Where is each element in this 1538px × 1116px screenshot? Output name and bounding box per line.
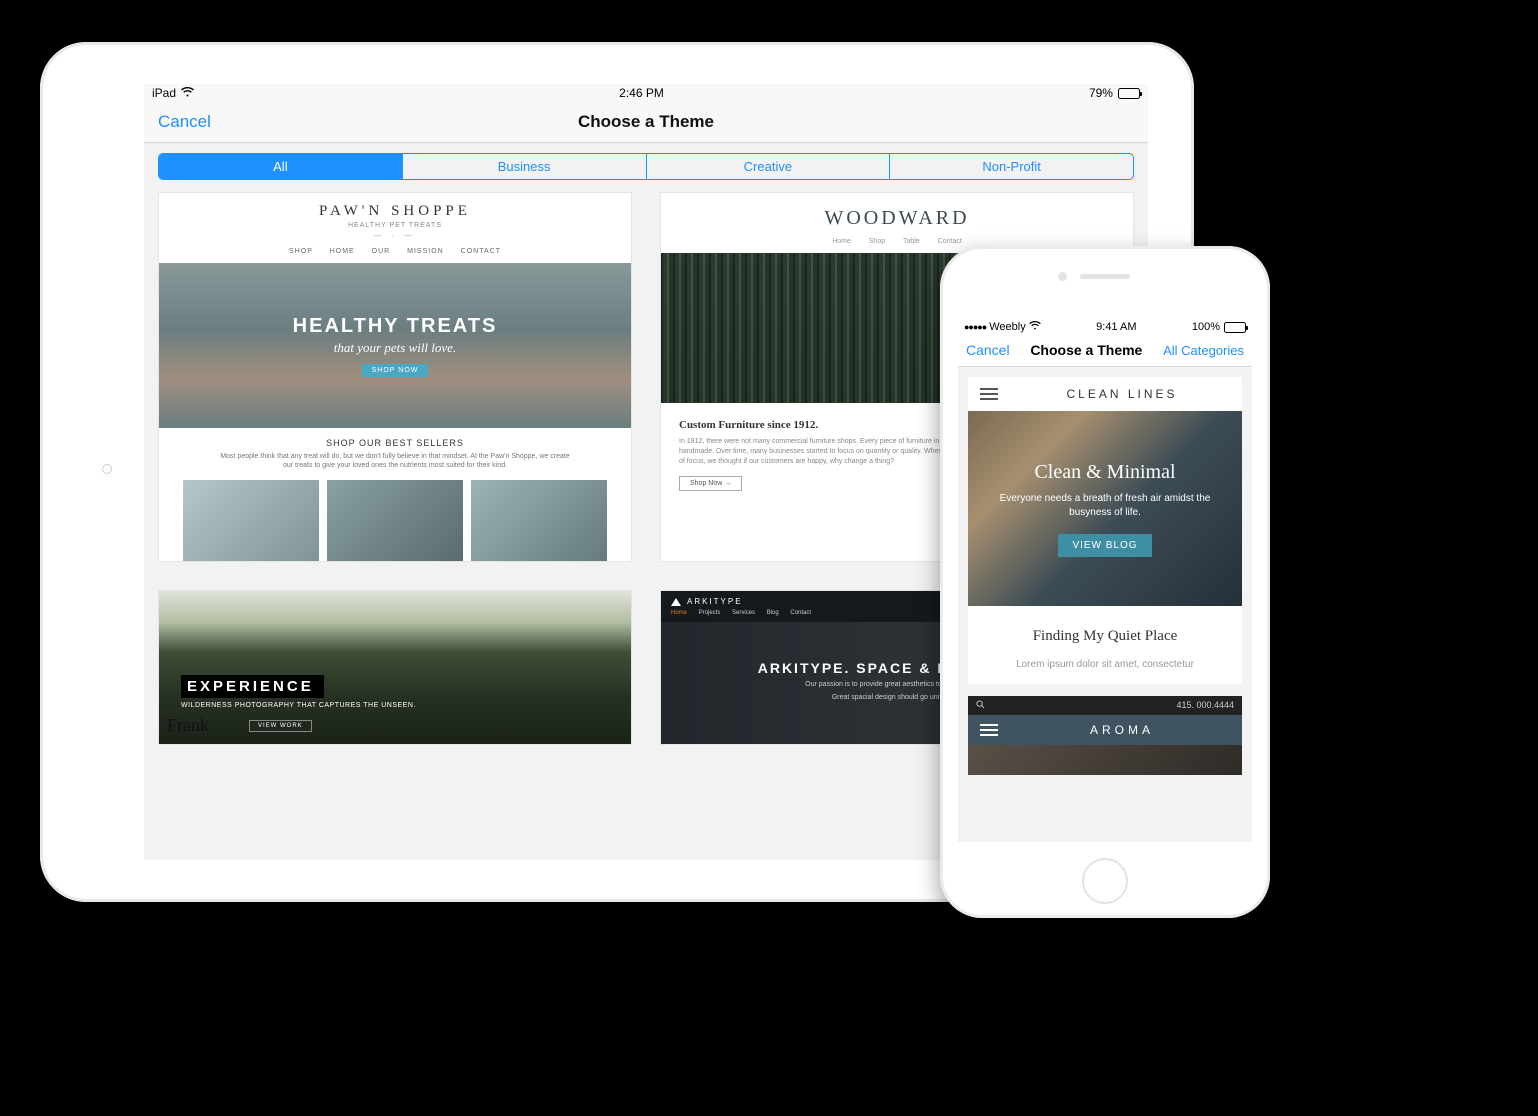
battery-percent: 100% bbox=[1192, 321, 1220, 333]
status-time: 2:46 PM bbox=[619, 86, 664, 100]
segment-all[interactable]: All bbox=[159, 154, 403, 179]
theme-label: EXPERIENCE WILDERNESS PHOTOGRAPHY THAT C… bbox=[181, 675, 416, 709]
theme-tagline: HEALTHY PET TREATS bbox=[159, 222, 631, 229]
all-categories-button[interactable]: All Categories bbox=[1163, 343, 1244, 358]
hamburger-icon bbox=[980, 388, 998, 400]
theme-logo: PAW'N SHOPPE bbox=[159, 193, 631, 222]
view-blog-button: VIEW BLOG bbox=[1058, 534, 1151, 557]
segment-creative[interactable]: Creative bbox=[647, 154, 891, 179]
battery-icon bbox=[1118, 88, 1140, 99]
theme-card-experience[interactable]: EXPERIENCE WILDERNESS PHOTOGRAPHY THAT C… bbox=[158, 590, 632, 745]
signal-carrier: ●●●●● Weebly bbox=[964, 321, 1041, 333]
cancel-button[interactable]: Cancel bbox=[966, 342, 1010, 358]
theme-hero: Clean & Minimal Everyone needs a breath … bbox=[968, 411, 1242, 606]
wifi-icon bbox=[181, 86, 194, 100]
article-heading: Finding My Quiet Place bbox=[982, 628, 1228, 645]
product-tile bbox=[183, 480, 319, 562]
product-tile bbox=[327, 480, 463, 562]
ipad-nav-bar: Cancel Choose a Theme bbox=[144, 104, 1148, 143]
divider: — · — bbox=[159, 231, 631, 240]
triangle-icon bbox=[671, 598, 681, 606]
best-sellers-heading: SHOP OUR BEST SELLERS bbox=[159, 438, 631, 448]
iphone-camera bbox=[1058, 272, 1067, 281]
status-time: 9:41 AM bbox=[1096, 321, 1136, 333]
theme-card-clean-lines[interactable]: CLEAN LINES Clean & Minimal Everyone nee… bbox=[968, 377, 1242, 684]
product-tile bbox=[471, 480, 607, 562]
best-sellers-blurb: Most people think that any treat will do… bbox=[159, 452, 631, 470]
device-label: iPad bbox=[152, 86, 176, 100]
search-icon bbox=[976, 700, 985, 711]
iphone-screen: ●●●●● Weebly 9:41 AM 100% Cancel Choose … bbox=[958, 318, 1252, 842]
product-row bbox=[159, 470, 631, 562]
theme-logo: WOODWARD bbox=[661, 193, 1133, 238]
hero-heading: EXPERIENCE bbox=[181, 675, 324, 698]
iphone-nav-bar: Cancel Choose a Theme All Categories bbox=[958, 338, 1252, 367]
theme-top-bar: CLEAN LINES bbox=[968, 377, 1242, 411]
cancel-button[interactable]: Cancel bbox=[158, 112, 211, 132]
theme-hero: HEALTHY TREATS that your pets will love.… bbox=[159, 263, 631, 428]
segment-nonprofit[interactable]: Non-Profit bbox=[890, 154, 1133, 179]
hero-heading: Clean & Minimal bbox=[1034, 461, 1175, 484]
segmented-control-wrap: All Business Creative Non-Profit bbox=[144, 143, 1148, 192]
view-work-button: VIEW WORK bbox=[249, 720, 312, 732]
iphone-status-bar: ●●●●● Weebly 9:41 AM 100% bbox=[958, 318, 1252, 338]
signal-dots-icon: ●●●●● bbox=[964, 322, 986, 332]
hero-subheading: WILDERNESS PHOTOGRAPHY THAT CAPTURES THE… bbox=[181, 702, 416, 709]
battery-icon bbox=[1224, 322, 1246, 333]
phone-number: 415. 000.4444 bbox=[1176, 700, 1234, 711]
signature-logo: Frank bbox=[167, 715, 209, 736]
theme-logo: ARKITYPE bbox=[687, 597, 743, 606]
ipad-status-bar: iPad 2:46 PM 79% bbox=[144, 84, 1148, 104]
page-title: Choose a Theme bbox=[578, 112, 714, 132]
hero-subheading: Everyone needs a breath of fresh air ami… bbox=[982, 492, 1228, 520]
theme-top-bar: AROMA bbox=[968, 715, 1242, 745]
battery-percent: 79% bbox=[1089, 86, 1113, 100]
nav-rest: Projects Services Blog Contact bbox=[699, 610, 811, 616]
shop-now-button: Shop Now → bbox=[679, 476, 742, 491]
nav-home: Home bbox=[671, 610, 687, 616]
theme-info-bar: 415. 000.4444 bbox=[968, 696, 1242, 715]
carrier-label: Weebly bbox=[989, 321, 1025, 333]
article-body: Lorem ipsum dolor sit amet, consectetur bbox=[982, 659, 1228, 670]
theme-logo: AROMA bbox=[1014, 723, 1230, 737]
segment-business[interactable]: Business bbox=[403, 154, 647, 179]
theme-mini-nav: SHOP HOME OUR MISSION CONTACT bbox=[159, 248, 631, 255]
iphone-home-button[interactable] bbox=[1082, 858, 1128, 904]
wifi-icon bbox=[1029, 321, 1041, 333]
shop-now-button: SHOP NOW bbox=[362, 364, 429, 377]
hero-subheading: that your pets will love. bbox=[334, 340, 456, 356]
page-title: Choose a Theme bbox=[1030, 342, 1142, 358]
iphone-device-frame: ●●●●● Weebly 9:41 AM 100% Cancel Choose … bbox=[940, 246, 1270, 918]
hamburger-icon bbox=[980, 724, 998, 736]
theme-article: Finding My Quiet Place Lorem ipsum dolor… bbox=[968, 606, 1242, 684]
theme-hero-image bbox=[968, 745, 1242, 775]
theme-card-pawn-shoppe[interactable]: PAW'N SHOPPE HEALTHY PET TREATS — · — SH… bbox=[158, 192, 632, 562]
theme-card-aroma[interactable]: 415. 000.4444 AROMA bbox=[968, 696, 1242, 775]
segmented-control: All Business Creative Non-Profit bbox=[158, 153, 1134, 180]
theme-logo: CLEAN LINES bbox=[1014, 387, 1230, 401]
iphone-theme-list[interactable]: CLEAN LINES Clean & Minimal Everyone nee… bbox=[958, 367, 1252, 842]
hero-heading: HEALTHY TREATS bbox=[293, 315, 498, 338]
ipad-home-indicator bbox=[102, 464, 112, 474]
iphone-speaker bbox=[1080, 274, 1130, 279]
